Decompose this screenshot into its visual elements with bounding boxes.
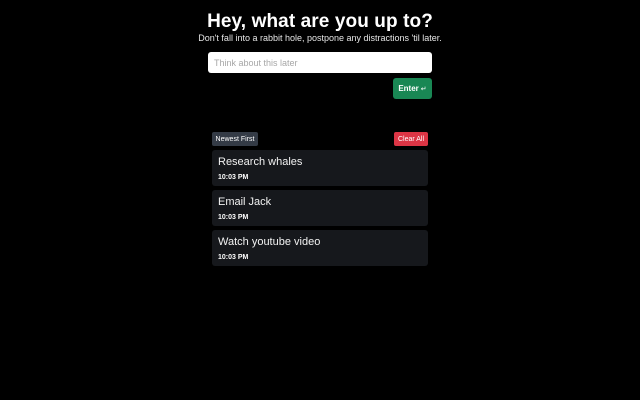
list-item[interactable]: Watch youtube video 10:03 PM [212, 230, 428, 266]
page-title: Hey, what are you up to? [207, 11, 433, 32]
clear-all-button-label: Clear All [397, 135, 425, 143]
item-title: Research whales [218, 156, 303, 168]
enter-button-label: Enter [398, 84, 419, 93]
item-title: Watch youtube video [218, 236, 321, 248]
item-title: Email Jack [218, 196, 272, 208]
sort-button[interactable]: Newest First [212, 132, 258, 146]
return-icon: ↵ [420, 85, 427, 93]
list-item[interactable]: Email Jack 10:03 PM [212, 190, 428, 226]
distraction-input-container [208, 52, 432, 73]
enter-button[interactable]: Enter ↵ [393, 78, 432, 99]
page-subtitle: Don't fall into a rabbit hole, postpone … [198, 33, 442, 43]
item-timestamp: 10:03 PM [218, 254, 249, 261]
item-timestamp: 10:03 PM [218, 214, 249, 221]
list-item[interactable]: Research whales 10:03 PM [212, 150, 428, 186]
distraction-list: Research whales 10:03 PM Email Jack 10:0… [212, 150, 428, 270]
sort-button-label: Newest First [215, 135, 255, 143]
distraction-input[interactable] [208, 52, 432, 73]
clear-all-button[interactable]: Clear All [394, 132, 428, 146]
page: Hey, what are you up to? Don't fall into… [0, 0, 640, 400]
item-timestamp: 10:03 PM [218, 174, 249, 181]
